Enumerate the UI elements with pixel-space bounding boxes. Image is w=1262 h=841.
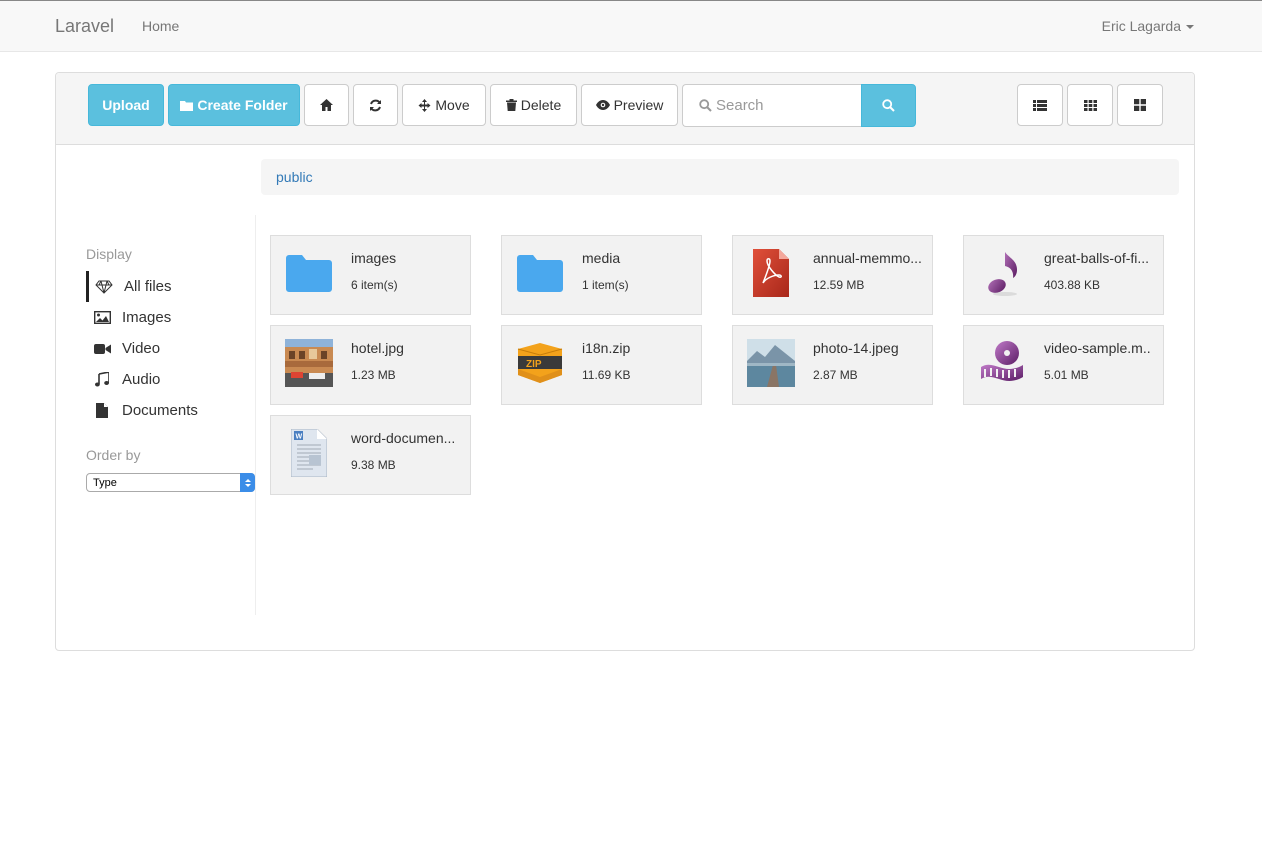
file-tile-photo[interactable]: photo-14.jpeg 2.87 MB [732, 325, 933, 405]
file-name: i18n.zip [582, 340, 631, 356]
list-view-icon [1033, 99, 1047, 111]
select-arrows-icon [240, 473, 255, 492]
move-button[interactable]: Move [402, 84, 486, 126]
home-icon [320, 99, 333, 111]
trash-icon [505, 99, 517, 111]
refresh-icon [370, 99, 381, 111]
music-note-icon [95, 372, 109, 387]
file-name: images [351, 250, 397, 266]
refresh-button[interactable] [353, 84, 398, 126]
lake-image-thumbnail [747, 338, 795, 388]
preview-label: Preview [613, 97, 664, 113]
brand-link[interactable]: Laravel [55, 16, 114, 37]
file-name: photo-14.jpeg [813, 340, 899, 356]
file-manager-panel: Upload Create Folder Move Delete Preview [55, 72, 1195, 651]
eye-icon [595, 100, 610, 110]
preview-button[interactable]: Preview [581, 84, 678, 126]
upload-label: Upload [102, 97, 150, 113]
folder-icon [285, 248, 333, 298]
file-name: word-documen... [351, 430, 456, 446]
create-folder-label: Create Folder [197, 97, 288, 113]
film-reel-icon [978, 338, 1026, 388]
music-note-icon [978, 248, 1026, 298]
nav-home-link[interactable]: Home [142, 18, 179, 34]
move-arrows-icon [418, 98, 431, 112]
search-input[interactable] [716, 97, 856, 114]
sidebar-item-label: Video [122, 340, 161, 357]
file-name: video-sample.m.. [1044, 340, 1151, 356]
file-tile-media[interactable]: media 1 item(s) [501, 235, 702, 315]
file-meta: 1.23 MB [351, 368, 396, 382]
zip-archive-icon: ZIP [516, 338, 564, 388]
svg-text:ZIP: ZIP [526, 359, 542, 370]
sidebar-item-documents[interactable]: Documents [86, 395, 254, 426]
breadcrumb-public-link[interactable]: public [276, 169, 313, 185]
file-meta: 12.59 MB [813, 278, 865, 292]
grid-large-icon [1134, 99, 1146, 111]
file-name: annual-memmo... [813, 250, 922, 266]
display-heading: Display [86, 246, 132, 262]
file-meta: 11.69 KB [582, 368, 631, 382]
toolbar: Upload Create Folder Move Delete Preview [56, 73, 1194, 145]
order-by-select[interactable]: Type [86, 473, 255, 492]
file-meta: 9.38 MB [351, 458, 396, 472]
grid-small-icon [1083, 99, 1097, 111]
order-by-heading: Order by [86, 447, 141, 463]
upload-button[interactable]: Upload [88, 84, 164, 126]
file-tile-hotel[interactable]: hotel.jpg 1.23 MB [270, 325, 471, 405]
breadcrumb: public [261, 159, 1179, 195]
order-by-value: Type [93, 476, 117, 489]
grid-small-view-button[interactable] [1067, 84, 1113, 126]
svg-text:W: W [296, 434, 303, 441]
user-menu[interactable]: Eric Lagarda [1102, 18, 1194, 34]
caret-down-icon [1186, 25, 1194, 29]
file-tile-video[interactable]: video-sample.m.. 5.01 MB [963, 325, 1164, 405]
sidebar-item-label: Audio [122, 371, 161, 388]
document-icon [96, 403, 108, 418]
file-name: hotel.jpg [351, 340, 404, 356]
search-button[interactable] [861, 84, 916, 127]
sidebar-item-all-files[interactable]: All files [86, 271, 254, 302]
sidebar: Display All files Images Video Audio Doc… [56, 215, 256, 615]
file-tile-word[interactable]: W word-documen... 9.38 MB [270, 415, 471, 495]
create-folder-button[interactable]: Create Folder [168, 84, 300, 126]
file-tile-images[interactable]: images 6 item(s) [270, 235, 471, 315]
file-name: media [582, 250, 621, 266]
picture-icon [93, 311, 111, 324]
list-view-button[interactable] [1017, 84, 1063, 126]
search-icon [882, 99, 895, 112]
sidebar-item-audio[interactable]: Audio [86, 364, 254, 395]
word-document-icon: W [285, 428, 333, 478]
search-field [682, 84, 861, 127]
sidebar-item-label: All files [124, 278, 172, 295]
file-meta: 1 item(s) [582, 278, 629, 292]
file-tile-pdf[interactable]: annual-memmo... 12.59 MB [732, 235, 933, 315]
delete-label: Delete [520, 97, 562, 113]
search-icon [699, 99, 712, 112]
file-meta: 5.01 MB [1044, 368, 1089, 382]
file-name: great-balls-of-fi... [1044, 250, 1150, 266]
file-meta: 2.87 MB [813, 368, 858, 382]
sidebar-item-video[interactable]: Video [86, 333, 254, 364]
file-meta: 6 item(s) [351, 278, 398, 292]
sidebar-item-images[interactable]: Images [86, 302, 254, 333]
sidebar-item-label: Documents [122, 402, 198, 419]
pdf-file-icon [747, 248, 795, 298]
file-tile-zip[interactable]: ZIP i18n.zip 11.69 KB [501, 325, 702, 405]
hotel-image-thumbnail [285, 338, 333, 388]
user-name: Eric Lagarda [1101, 18, 1181, 34]
delete-button[interactable]: Delete [490, 84, 577, 126]
move-label: Move [435, 97, 470, 113]
file-tile-audio[interactable]: great-balls-of-fi... 403.88 KB [963, 235, 1164, 315]
diamond-icon [95, 280, 113, 294]
navbar: Laravel Home Eric Lagarda [0, 0, 1262, 52]
folder-icon [516, 248, 564, 298]
file-meta: 403.88 KB [1044, 278, 1101, 292]
sidebar-item-label: Images [122, 309, 172, 326]
home-button[interactable] [304, 84, 349, 126]
video-camera-icon [93, 343, 111, 354]
folder-icon [180, 100, 194, 111]
grid-large-view-button[interactable] [1117, 84, 1163, 126]
